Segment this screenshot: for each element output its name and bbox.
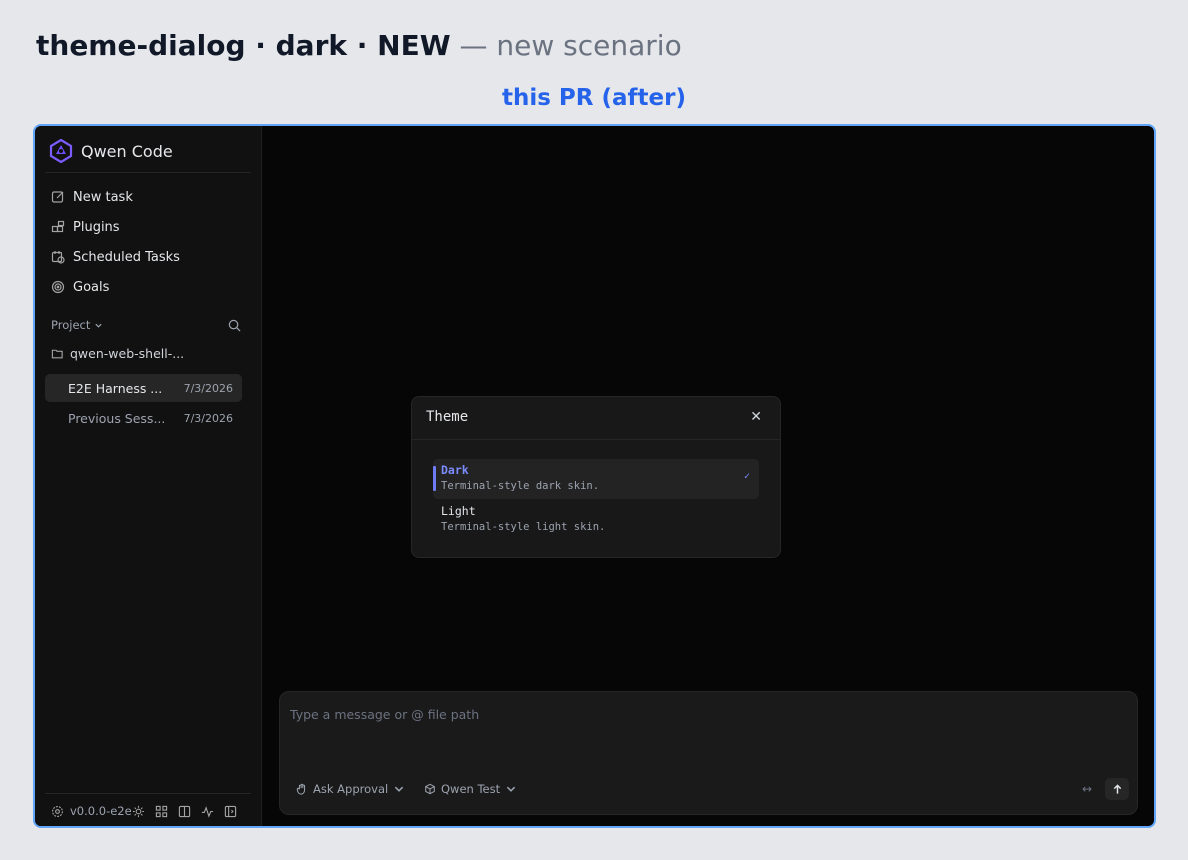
option-name: Light (441, 504, 476, 518)
expand-icon[interactable]: ↔ (1082, 782, 1092, 796)
dialog-title: Theme (426, 409, 469, 425)
chevron-down-icon (95, 323, 102, 328)
grid-icon[interactable] (155, 805, 168, 818)
app-title: Qwen Code (81, 141, 173, 161)
heading-sub: — new scenario (459, 29, 682, 62)
divider (412, 439, 780, 440)
divider (45, 172, 251, 173)
project-label: Project (51, 318, 91, 332)
approval-label: Ask Approval (313, 782, 389, 796)
nav-goals[interactable]: Goals (51, 276, 109, 298)
page-heading: theme-dialog · dark · NEW — new scenario (36, 28, 682, 64)
divider (45, 793, 251, 794)
send-button[interactable] (1105, 778, 1129, 800)
hand-icon (296, 783, 306, 795)
brand[interactable]: Qwen Code (49, 136, 173, 166)
nav-label: New task (73, 189, 133, 205)
nav-label: Goals (73, 279, 110, 295)
settings-gear-icon[interactable] (51, 805, 64, 818)
activity-icon[interactable] (201, 805, 214, 818)
session-item[interactable]: Previous Sess... 7/3/2026 (45, 404, 242, 432)
chevron-down-icon (506, 786, 516, 792)
screenshot-caption: this PR (after) (501, 85, 686, 111)
nav-scheduled-tasks[interactable]: Scheduled Tasks (51, 246, 180, 268)
nav-label: Scheduled Tasks (73, 249, 180, 265)
option-description: Terminal-style dark skin. (441, 480, 600, 492)
project-header: Project (51, 317, 241, 333)
session-date: 7/3/2026 (183, 411, 233, 425)
plugins-icon (51, 220, 65, 233)
sun-theme-icon[interactable] (132, 805, 145, 818)
sidebar-footer: v0.0.0-e2e (51, 802, 237, 820)
nav-label: Plugins (73, 219, 120, 235)
heading-main: theme-dialog · dark · NEW (36, 29, 451, 62)
search-icon[interactable] (228, 319, 241, 332)
option-description: Terminal-style light skin. (441, 521, 606, 533)
cube-icon (425, 783, 435, 795)
project-dropdown[interactable]: Project (51, 318, 103, 332)
theme-dialog: Theme ✕ Dark Terminal-style dark skin. ✓… (411, 396, 781, 558)
nav-new-task[interactable]: New task (51, 186, 133, 208)
edit-icon (51, 191, 64, 203)
theme-option-dark[interactable]: Dark Terminal-style dark skin. ✓ (433, 459, 759, 499)
nav-plugins[interactable]: Plugins (51, 216, 120, 238)
approval-mode-dropdown[interactable]: Ask Approval (296, 782, 405, 796)
message-input[interactable] (290, 707, 990, 722)
option-name: Dark (441, 463, 469, 477)
session-title: Previous Sess... (68, 410, 166, 426)
qwen-logo-icon (49, 139, 73, 163)
model-dropdown[interactable]: Qwen Test (424, 782, 517, 796)
target-icon (51, 280, 65, 294)
close-button[interactable]: ✕ (750, 409, 762, 425)
sidebar-toggle-icon[interactable] (224, 805, 237, 818)
sidebar: Qwen Code New task Plugins Scheduled Tas… (35, 126, 262, 826)
session-item[interactable]: E2E Harness ... 7/3/2026 (45, 374, 242, 402)
folder-name: qwen-web-shell-... (70, 346, 185, 361)
project-folder[interactable]: qwen-web-shell-... (51, 346, 184, 361)
version-label: v0.0.0-e2e (70, 804, 132, 818)
theme-option-light[interactable]: Light Terminal-style light skin. (433, 500, 759, 540)
folder-open-icon (51, 349, 63, 359)
app-window: Qwen Code New task Plugins Scheduled Tas… (33, 124, 1156, 828)
session-title: E2E Harness ... (68, 380, 163, 396)
calendar-clock-icon (51, 251, 65, 264)
arrow-up-icon (1113, 783, 1121, 794)
split-view-icon[interactable] (178, 805, 191, 818)
check-icon: ✓ (743, 471, 750, 482)
message-composer: Ask Approval Qwen Test ↔ (279, 691, 1138, 815)
session-date: 7/3/2026 (183, 381, 233, 395)
model-label: Qwen Test (441, 782, 501, 796)
chevron-down-icon (395, 786, 404, 792)
